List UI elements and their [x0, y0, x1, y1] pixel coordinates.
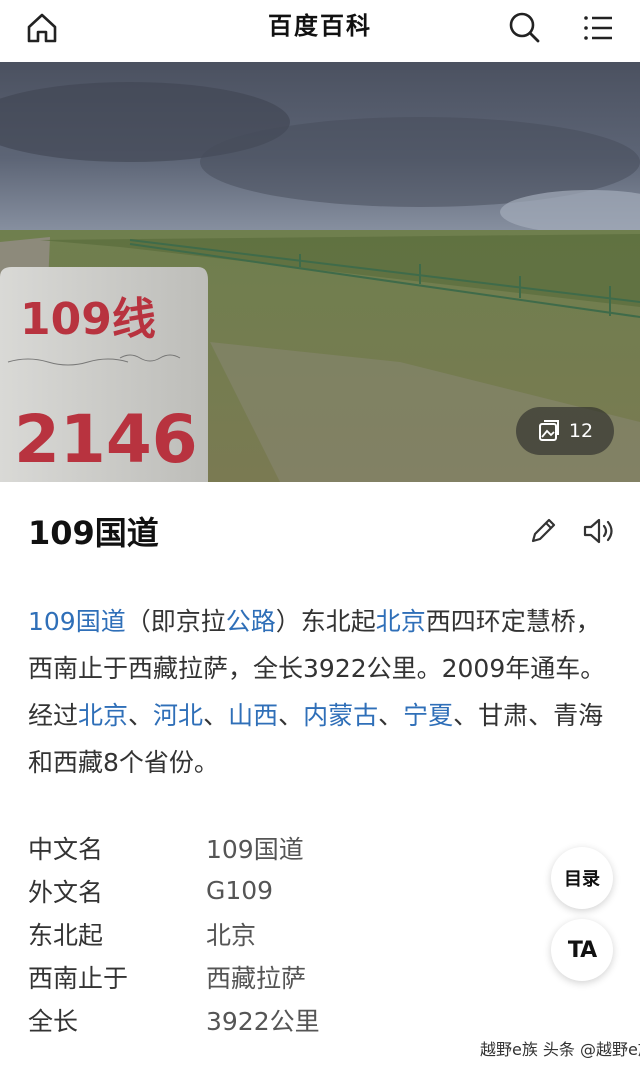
- summary-text: ）东北起: [275, 607, 376, 636]
- info-value: G109: [206, 876, 274, 905]
- info-value: 109国道: [206, 834, 304, 864]
- milestone-route-text: 109线: [20, 294, 156, 345]
- speaker-icon[interactable]: [580, 514, 616, 548]
- site-title: 百度百科: [268, 12, 372, 40]
- info-row: 东北起 北京: [28, 912, 568, 955]
- summary-link-shanxi[interactable]: 山西: [228, 701, 278, 730]
- summary-text: 、: [378, 701, 404, 730]
- milestone-number-text: 2146: [14, 401, 198, 478]
- summary-text: 、: [278, 701, 304, 730]
- info-label: 外文名: [28, 877, 104, 907]
- info-label: 中文名: [28, 834, 104, 864]
- gallery-count-badge[interactable]: 12: [516, 407, 614, 455]
- summary-text: （即京拉: [125, 607, 226, 636]
- summary-link-hebei[interactable]: 河北: [153, 701, 203, 730]
- gallery-count: 12: [568, 420, 594, 442]
- summary-link-109-national-road[interactable]: 109国道: [28, 607, 126, 636]
- info-row: 西南止于 西藏拉萨: [28, 955, 568, 998]
- info-label: 西南止于: [28, 963, 129, 993]
- info-row: 中文名 109国道: [28, 826, 568, 869]
- edit-icon[interactable]: [526, 514, 560, 548]
- summary-text: 、: [203, 701, 229, 730]
- summary-paragraph: 109国道（即京拉公路）东北起北京西四环定慧桥，西南止于西藏拉萨，全长3922公…: [28, 598, 618, 786]
- entry-title: 109国道: [28, 514, 159, 552]
- watermark: 越野e族 头条 @越野e族: [480, 1040, 640, 1059]
- summary-link-beijing[interactable]: 北京: [376, 607, 426, 636]
- summary-link-inner-mongolia[interactable]: 内蒙古: [303, 701, 378, 730]
- gallery-icon: [538, 420, 559, 441]
- info-row: 外文名 G109: [28, 869, 568, 912]
- font-size-button[interactable]: TA: [551, 919, 613, 981]
- summary-text: 、: [128, 701, 154, 730]
- info-value: 西藏拉萨: [206, 963, 307, 993]
- summary-link-beijing[interactable]: 北京: [78, 701, 128, 730]
- summary-link-ningxia[interactable]: 宁夏: [403, 701, 453, 730]
- info-label: 全长: [28, 1006, 79, 1036]
- top-bar: 百度百科: [0, 0, 640, 56]
- info-value: 3922公里: [206, 1006, 320, 1036]
- hero-photo[interactable]: 109线 2146 12: [0, 62, 640, 482]
- menu-icon[interactable]: [580, 10, 616, 46]
- info-value: 北京: [206, 920, 257, 950]
- table-of-contents-button[interactable]: 目录: [551, 847, 613, 909]
- info-row: 全长 3922公里: [28, 998, 568, 1041]
- search-icon[interactable]: [506, 9, 542, 45]
- info-label: 东北起: [28, 920, 104, 950]
- summary-link-highway[interactable]: 公路: [226, 607, 276, 636]
- basic-info-box: 中文名 109国道 外文名 G109 东北起 北京 西南止于 西藏拉萨 全长 3…: [28, 826, 568, 1041]
